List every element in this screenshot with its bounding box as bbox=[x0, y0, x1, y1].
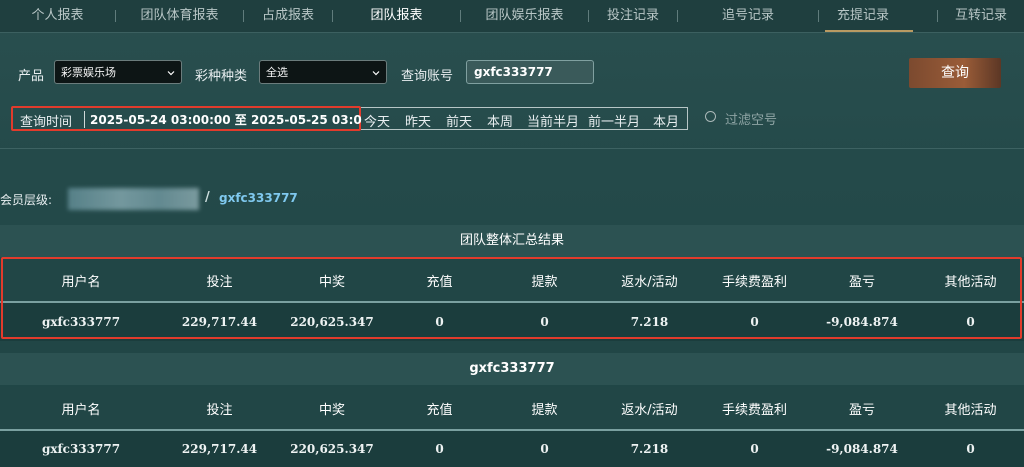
tab-share-report[interactable]: 占成报表 bbox=[244, 0, 332, 32]
column-header: 盈亏 bbox=[848, 274, 875, 290]
cell-username: gxfc333777 bbox=[41, 315, 121, 329]
member-level-label: 会员层级: bbox=[0, 193, 53, 207]
cell-username: gxfc333777 bbox=[41, 442, 121, 456]
cell-withdraw: 0 bbox=[540, 442, 549, 456]
column-header: 用户名 bbox=[61, 402, 101, 418]
column-header: 返水/活动 bbox=[621, 274, 678, 290]
category-select[interactable]: 全选 bbox=[259, 60, 387, 84]
cell-profit-loss: -9,084.874 bbox=[826, 442, 898, 456]
category-label: 彩种种类 bbox=[195, 69, 248, 84]
cell-fee-profit: 0 bbox=[750, 315, 759, 329]
query-time-label: 查询时间 bbox=[20, 115, 73, 130]
report-tabs: 个人报表 团队体育报表 占成报表 团队报表 团队娱乐报表 投注记录 追号记录 充… bbox=[0, 0, 1024, 33]
tab-transfer-records[interactable]: 互转记录 bbox=[938, 0, 1024, 32]
query-time-field[interactable]: 查询时间 2025-05-24 03:00:00 至 2025-05-25 03… bbox=[11, 106, 362, 131]
cell-rebate: 7.218 bbox=[630, 315, 669, 329]
cell-profit-loss: -9,084.874 bbox=[826, 315, 898, 329]
filter-empty-label[interactable]: 过滤空号 bbox=[725, 109, 777, 128]
query-button[interactable]: 查询 bbox=[909, 58, 1001, 88]
column-header: 中奖 bbox=[318, 402, 345, 418]
detail-title: gxfc333777 bbox=[0, 353, 1024, 385]
quick-range-today[interactable]: 今天 bbox=[364, 111, 390, 130]
column-header: 返水/活动 bbox=[621, 402, 678, 418]
breadcrumb-separator: / bbox=[205, 190, 210, 205]
filter-empty-radio[interactable] bbox=[705, 111, 716, 122]
cell-deposit: 0 bbox=[435, 442, 444, 456]
tab-team-entertainment-report[interactable]: 团队娱乐报表 bbox=[461, 0, 588, 32]
tab-chase-records[interactable]: 追号记录 bbox=[678, 0, 818, 32]
column-header: 充值 bbox=[426, 402, 453, 418]
breadcrumb-current[interactable]: gxfc333777 bbox=[219, 191, 298, 205]
active-tab-underline bbox=[825, 30, 913, 32]
column-header: 其他活动 bbox=[944, 274, 997, 290]
query-time-value[interactable]: 2025-05-24 03:00:00 至 2025-05-25 03:00:0… bbox=[84, 111, 362, 128]
column-header: 手续费盈利 bbox=[721, 402, 787, 418]
column-header: 用户名 bbox=[61, 274, 101, 290]
summary-table-header: 用户名 投注 中奖 充值 提款 返水/活动 手续费盈利 盈亏 其他活动 bbox=[0, 259, 1024, 301]
summary-title: 团队整体汇总结果 bbox=[0, 225, 1024, 257]
quick-range-this-month[interactable]: 本月 bbox=[653, 111, 679, 130]
account-input[interactable]: gxfc333777 bbox=[466, 60, 594, 84]
column-header: 手续费盈利 bbox=[721, 274, 787, 290]
cell-bet: 229,717.44 bbox=[181, 442, 258, 456]
column-header: 其他活动 bbox=[944, 402, 997, 418]
cell-other-activity: 0 bbox=[966, 315, 975, 329]
product-select[interactable]: 彩票娱乐场 bbox=[54, 60, 182, 84]
column-header: 投注 bbox=[206, 274, 233, 290]
quick-range-previous-half-month[interactable]: 前一半月 bbox=[588, 111, 640, 130]
table-row: gxfc333777 229,717.44 220,625.347 0 0 7.… bbox=[0, 431, 1024, 467]
chevron-down-icon bbox=[167, 71, 175, 76]
chevron-down-icon bbox=[372, 71, 380, 76]
cell-withdraw: 0 bbox=[540, 315, 549, 329]
tab-team-sports-report[interactable]: 团队体育报表 bbox=[116, 0, 243, 32]
column-header: 提款 bbox=[531, 402, 558, 418]
column-header: 中奖 bbox=[318, 274, 345, 290]
tab-team-report[interactable]: 团队报表 bbox=[333, 0, 460, 32]
category-select-value: 全选 bbox=[266, 66, 288, 79]
column-header: 盈亏 bbox=[848, 402, 875, 418]
column-header: 提款 bbox=[531, 274, 558, 290]
cell-fee-profit: 0 bbox=[750, 442, 759, 456]
quick-range-yesterday[interactable]: 昨天 bbox=[405, 111, 431, 130]
redacted-breadcrumb bbox=[68, 188, 199, 210]
quick-range-current-half-month[interactable]: 当前半月 bbox=[527, 111, 579, 130]
account-label: 查询账号 bbox=[401, 69, 454, 84]
column-header: 充值 bbox=[426, 274, 453, 290]
tab-deposit-withdraw-records[interactable]: 充提记录 bbox=[819, 0, 907, 32]
detail-table-header: 用户名 投注 中奖 充值 提款 返水/活动 手续费盈利 盈亏 其他活动 bbox=[0, 387, 1024, 429]
cell-win: 220,625.347 bbox=[290, 442, 374, 456]
tab-personal-report[interactable]: 个人报表 bbox=[0, 0, 115, 32]
cell-bet: 229,717.44 bbox=[181, 315, 258, 329]
section-divider bbox=[0, 148, 1024, 149]
quick-range-day-before[interactable]: 前天 bbox=[446, 111, 472, 130]
column-header: 投注 bbox=[206, 402, 233, 418]
tab-bet-records[interactable]: 投注记录 bbox=[589, 0, 677, 32]
cell-other-activity: 0 bbox=[966, 442, 975, 456]
cell-deposit: 0 bbox=[435, 315, 444, 329]
quick-range-bar: 今天 昨天 前天 本周 当前半月 前一半月 本月 bbox=[361, 107, 688, 130]
cell-rebate: 7.218 bbox=[630, 442, 669, 456]
quick-range-this-week[interactable]: 本周 bbox=[487, 111, 513, 130]
table-row: gxfc333777 229,717.44 220,625.347 0 0 7.… bbox=[0, 303, 1024, 341]
cell-win: 220,625.347 bbox=[290, 315, 374, 329]
product-label: 产品 bbox=[18, 69, 45, 84]
product-select-value: 彩票娱乐场 bbox=[61, 66, 116, 79]
